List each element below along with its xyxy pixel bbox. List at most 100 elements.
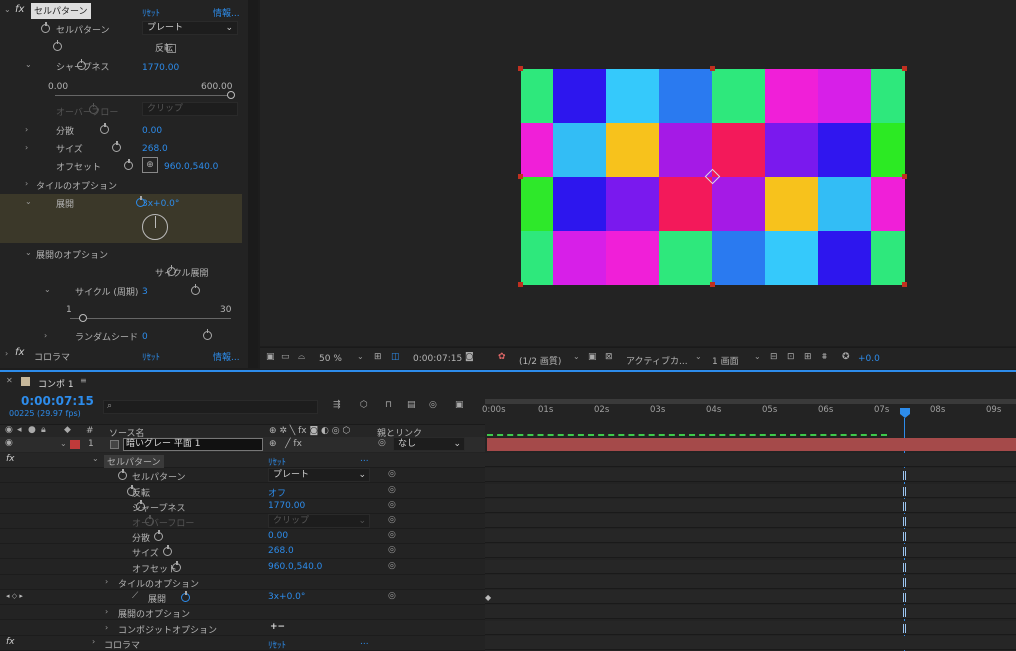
timeline-tab[interactable]: ✕ コンポ 1 ≡ [0, 372, 120, 392]
property-row[interactable] [0, 529, 485, 544]
effect-header[interactable]: ⌄ fx セルパターン ﾘｾｯﾄ 情報... [0, 2, 248, 19]
property-value[interactable]: 960.0,540.0 [268, 562, 322, 572]
property-row[interactable] [0, 453, 485, 468]
chevron-down-icon[interactable]: ⌄ [573, 352, 580, 361]
sharpness-slider[interactable] [55, 95, 231, 96]
reset-link[interactable]: ﾘｾｯﾄ [142, 350, 160, 363]
resolution-dropdown[interactable]: (1/2 画質) [519, 354, 561, 367]
property-row[interactable] [0, 560, 485, 575]
views-dropdown[interactable]: 1 画面 [712, 354, 739, 367]
property-row[interactable] [0, 590, 485, 605]
stopwatch-icon[interactable] [163, 545, 172, 556]
pickwhip-icon[interactable]: ◎ [388, 591, 396, 601]
timeline-icon[interactable]: ⊞ [804, 352, 812, 362]
stopwatch-icon[interactable] [118, 469, 127, 480]
pickwhip-icon[interactable]: ◎ [388, 515, 396, 525]
property-row[interactable] [0, 484, 485, 499]
menu-icon[interactable]: ≡ [80, 376, 87, 385]
pickwhip-icon[interactable]: ◎ [388, 561, 396, 571]
viewer-timecode[interactable]: 0:00:07:15 [413, 354, 462, 364]
solo-icon[interactable]: ● [28, 425, 36, 435]
more-link[interactable]: ... [360, 454, 369, 464]
expand-arrow-icon[interactable]: › [44, 331, 47, 340]
property-value[interactable]: オフ [268, 486, 286, 499]
color-wheel-icon[interactable]: ✿ [498, 352, 506, 362]
cycle-slider[interactable] [70, 318, 231, 319]
tile-options-label[interactable]: タイルのオプション [36, 179, 117, 192]
info-link[interactable]: 情報... [213, 6, 240, 19]
slider-handle[interactable] [79, 314, 87, 322]
add-remove-buttons[interactable]: +− [270, 622, 285, 632]
sharpness-value[interactable]: 1770.00 [142, 63, 179, 73]
expand-arrow-icon[interactable]: ⌄ [92, 454, 99, 463]
keyframe-navigator[interactable]: ◂ ◇ ▸ [6, 592, 23, 600]
offset-value[interactable]: 960.0,540.0 [164, 162, 218, 172]
chevron-down-icon[interactable]: ⌄ [754, 352, 761, 361]
group-label[interactable]: 展開のオプション [118, 607, 190, 620]
random-seed-value[interactable]: 0 [142, 332, 148, 342]
eye-icon[interactable]: ◉ [5, 438, 13, 448]
reset-link[interactable]: ﾘｾｯﾄ [268, 638, 286, 651]
cycle-value[interactable]: 3 [142, 287, 148, 297]
mask-icon[interactable]: ◫ [391, 352, 400, 362]
effect-label[interactable]: セルパターン [104, 455, 164, 468]
layer-bar[interactable] [487, 438, 1016, 451]
expand-arrow-icon[interactable]: ⌄ [25, 197, 32, 206]
panel-scrollbar[interactable] [248, 0, 258, 368]
exposure-value[interactable]: +0.0 [858, 354, 880, 364]
fx-badge[interactable]: fx [15, 4, 24, 15]
group-label[interactable]: コンポジットオプション [118, 623, 217, 636]
slider-handle[interactable] [227, 91, 235, 99]
crosshair-icon[interactable]: ⊕ [142, 157, 158, 173]
expand-arrow-icon[interactable]: › [25, 179, 28, 188]
angle-dial[interactable] [142, 214, 168, 240]
stopwatch-icon[interactable] [52, 40, 62, 51]
cell-pattern-dropdown[interactable]: プレート ⌄ [142, 21, 238, 35]
search-input[interactable]: ⌕ [103, 400, 318, 414]
property-row[interactable] [0, 636, 485, 651]
audio-icon[interactable]: ◂ [17, 425, 22, 435]
parent-dropdown[interactable]: なし ⌄ [393, 437, 465, 451]
zoom-dropdown[interactable]: 50 % [319, 354, 342, 364]
expand-arrow-icon[interactable]: ⌄ [25, 60, 32, 69]
property-value[interactable]: 3x+0.0° [268, 592, 305, 602]
timeline-timecode[interactable]: 0:00:07:15 [21, 394, 94, 408]
keyframe-icon[interactable]: ◆ [485, 593, 491, 602]
stopwatch-icon[interactable] [154, 530, 163, 541]
fx-badge[interactable]: fx [6, 454, 15, 464]
expand-arrow-icon[interactable]: › [25, 143, 28, 152]
pickwhip-icon[interactable]: ◎ [388, 545, 396, 555]
property-row[interactable] [0, 468, 485, 483]
expand-arrow-icon[interactable]: ⌄ [60, 439, 67, 448]
expand-arrow-icon[interactable]: › [5, 349, 8, 358]
comp-tab-label[interactable]: コンポ 1 [38, 377, 74, 390]
camera-icon[interactable]: ◙ [465, 352, 474, 362]
lock-icon[interactable]: 🔒︎ [41, 425, 46, 435]
pickwhip-icon[interactable]: ◎ [388, 530, 396, 540]
composition-frame[interactable] [521, 69, 905, 285]
size-value[interactable]: 268.0 [142, 144, 168, 154]
label-icon[interactable]: ◆ [64, 425, 71, 435]
property-value[interactable]: 1770.00 [268, 501, 305, 511]
expand-arrow-icon[interactable]: › [105, 607, 108, 616]
label-color-swatch[interactable] [70, 440, 80, 449]
stopwatch-icon[interactable] [181, 591, 190, 602]
fx-badge[interactable]: fx [6, 637, 15, 647]
property-value[interactable]: 268.0 [268, 546, 294, 556]
property-row[interactable] [0, 605, 485, 620]
transparency-grid-icon[interactable]: ⊠ [605, 352, 613, 362]
effect-label[interactable]: コロラマ [104, 638, 140, 651]
monitor-icon[interactable]: ▭ [281, 352, 290, 362]
evolution-value[interactable]: 3x+0.0° [142, 199, 179, 209]
grid-icon[interactable]: ⊞ [374, 352, 382, 362]
effect-name[interactable]: セルパターン [31, 3, 91, 19]
fast-preview-icon[interactable]: ⊡ [787, 352, 795, 362]
graph-icon[interactable]: ⟋ [132, 591, 138, 601]
more-link[interactable]: ... [360, 637, 369, 647]
reset-link[interactable]: ﾘｾｯﾄ [268, 455, 286, 468]
flowchart-icon[interactable]: ⩩ [822, 352, 827, 362]
chevron-down-icon[interactable]: ⌄ [695, 352, 702, 361]
expand-arrow-icon[interactable]: › [105, 577, 108, 586]
stopwatch-icon[interactable] [112, 141, 122, 152]
chevron-down-icon[interactable]: ⌄ [357, 352, 364, 361]
